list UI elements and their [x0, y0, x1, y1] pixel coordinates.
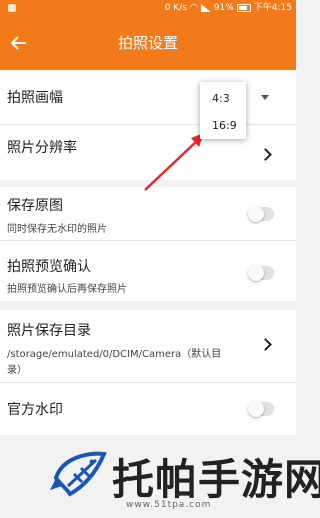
aspect-option-16-9[interactable]: 16:9 — [212, 119, 237, 132]
site-watermark: 托帕手游网 www.51tpa.com — [40, 440, 320, 518]
aspect-ratio-menu: 4:3 16:9 — [200, 82, 246, 139]
aspect-option-4-3[interactable]: 4:3 — [212, 92, 230, 105]
watermark-url: www.51tpa.com — [126, 500, 212, 510]
watermark-text: 托帕手游网 — [112, 455, 320, 504]
fish-logo-icon — [50, 451, 107, 497]
